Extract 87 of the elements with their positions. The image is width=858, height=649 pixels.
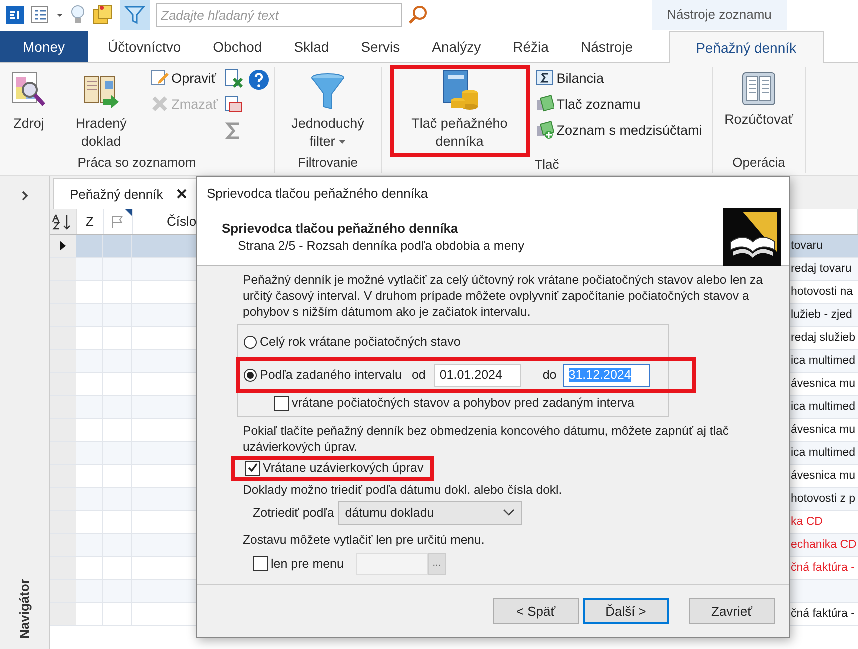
table-cell: ávesnica mu: [791, 378, 856, 390]
table-cell: hotovosti z p: [791, 493, 856, 505]
table-cell: redaj služieb: [791, 332, 856, 344]
chevron-down-icon[interactable]: [503, 508, 516, 516]
wizard-subtitle: Strana 2/5 - Rozsah denníka podľa obdobia a meny: [237, 239, 524, 253]
table-cell: tovaru: [791, 240, 823, 252]
table-cell: ica multimed: [791, 447, 856, 459]
table-cell: echanika CD: [791, 539, 857, 551]
close-icon[interactable]: [177, 189, 188, 199]
checkbox-label[interactable]: Vrátane uzávierkových úprav: [263, 461, 424, 475]
flag-icon[interactable]: [111, 214, 125, 228]
app-logo-icon[interactable]: [6, 6, 24, 24]
search-icon[interactable]: [408, 5, 428, 25]
window-title: Sprievodca tlačou peňažného denníka: [207, 186, 428, 200]
table-cell: ávesnica mu: [791, 424, 856, 436]
ribbon-tab[interactable]: Servis: [345, 31, 416, 62]
ribbon-button[interactable]: Tlač zoznamu: [534, 93, 704, 115]
wizard-heading: Sprievodca tlačou peňažného denníka: [222, 221, 460, 236]
sort-note: Doklady možno triediť podľa dátumu dokl. alebo čísla dokl.: [243, 482, 564, 498]
ribbon-button[interactable]: Rozúčtovať: [718, 67, 800, 133]
ribbon-button[interactable]: Zdroj: [4, 67, 54, 137]
list-icon[interactable]: [30, 5, 50, 25]
ribbon-group-label: Tlač: [534, 157, 560, 173]
to-label: do: [542, 368, 557, 382]
table-cell: čná faktúra -: [791, 562, 855, 574]
dialog-button[interactable]: Ďalší >: [583, 598, 669, 624]
sort-label: Zotriediť podľa: [253, 506, 334, 520]
column-header[interactable]: Z: [77, 209, 104, 234]
ribbon-tab[interactable]: Réžia: [497, 31, 565, 62]
document-tab[interactable]: Peňažný denník: [53, 178, 198, 209]
ribbon-button[interactable]: Bilancia: [534, 67, 704, 89]
date-field[interactable]: 01.01.2024: [434, 364, 521, 386]
filter-icon[interactable]: [120, 0, 150, 30]
checkbox[interactable]: [253, 556, 268, 571]
ribbon-tab[interactable]: Analýzy: [416, 31, 498, 62]
chevron-right-icon[interactable]: [20, 190, 30, 202]
table-cell: lužieb - zjed: [791, 309, 852, 321]
checkbox[interactable]: [245, 460, 260, 476]
radio-label[interactable]: Podľa zadaného intervalu: [260, 368, 402, 382]
table-cell: ávesnica mu: [791, 470, 856, 482]
sort-dropdown[interactable]: dátumu dokladu: [338, 500, 522, 524]
search-field[interactable]: Zadajte hľadaný text: [156, 3, 402, 27]
ribbon-button[interactable]: Tlač peňažného denníka: [390, 65, 530, 157]
closing-note: Pokiaľ tlačíte peňažný denník bez obmedzenia koncového dátumu, môžete zapnúť aj tlač uzávierkových úprav.: [243, 422, 730, 454]
columns-icon: [740, 71, 777, 107]
radio-label[interactable]: Celý rok vrátane počiatočných stavo: [260, 335, 461, 349]
dropdown-caret-icon: [339, 140, 346, 145]
ribbon-button[interactable]: Hradený doklad: [58, 67, 145, 155]
table-cell: redaj tovaru: [791, 263, 852, 275]
dialog-button[interactable]: Zavrieť: [689, 598, 775, 624]
pencil-note-icon: [150, 69, 169, 87]
ribbon-group-label: Filtrovanie: [298, 155, 358, 172]
browse-button[interactable]: ...: [428, 552, 446, 574]
ribbon-button[interactable]: Opraviť: [148, 67, 220, 89]
radio-button[interactable]: [244, 368, 257, 382]
table-cell: hotovosti na: [791, 286, 854, 298]
ribbon-group-label: Operácia: [732, 155, 786, 172]
sigma-table-icon: [536, 69, 554, 87]
sticky-notes-icon[interactable]: [92, 4, 114, 26]
ribbon-tab[interactable]: Obchod: [197, 31, 278, 62]
ribbon-tab[interactable]: Sklad: [278, 31, 346, 62]
radio-button[interactable]: [244, 336, 257, 348]
help-icon[interactable]: [248, 69, 270, 91]
ribbon-group-label: Práca so zoznamom: [78, 155, 196, 172]
table-cell: ica multimed: [791, 401, 856, 413]
table-cell: čná faktúra -: [791, 608, 855, 620]
from-label: od: [412, 368, 426, 382]
ribbon-tab[interactable]: Nástroje: [564, 31, 650, 62]
ribbon-tab[interactable]: Money: [0, 31, 88, 62]
intro-text: Peňažný denník je možné vytlačiť za celý účtovný rok vrátane počiatočných stavov alebo len za určitý časový interval. V druhom prípade môžete ovplyvniť započítanie počiatočných stavov a pohybov s nižším dátumom ako je začiatok intervalu.: [243, 272, 764, 320]
ribbon-button[interactable]: Jednoduchý filter: [279, 67, 377, 155]
table-cell: ica multimed: [791, 355, 856, 367]
checkbox[interactable]: [274, 396, 289, 410]
document-swap-icon[interactable]: [224, 95, 244, 115]
ribbon-tab[interactable]: Účtovníctvo: [92, 31, 198, 62]
currency-note: Zostavu môžete vytlačiť len pre určitú menu.: [243, 532, 486, 548]
ribbon-tab[interactable]: Peňažný denník: [669, 31, 824, 63]
checkbox-label[interactable]: vrátane počiatočných stavov a pohybov pred zadaným interva: [292, 396, 635, 410]
row-pointer-icon: [59, 240, 67, 252]
corner-marker-icon: [125, 209, 132, 216]
context-group-label: Nástroje zoznamu: [652, 0, 787, 30]
navigator-label[interactable]: Navigátor: [17, 579, 32, 639]
table-cell: ka CD: [791, 516, 823, 528]
checkbox-label[interactable]: len pre menu: [271, 556, 344, 570]
cross-icon: [150, 95, 169, 113]
ribbon-button[interactable]: Zoznam s medzisúčtami: [534, 119, 704, 141]
dialog-button[interactable]: < Späť: [493, 598, 579, 624]
